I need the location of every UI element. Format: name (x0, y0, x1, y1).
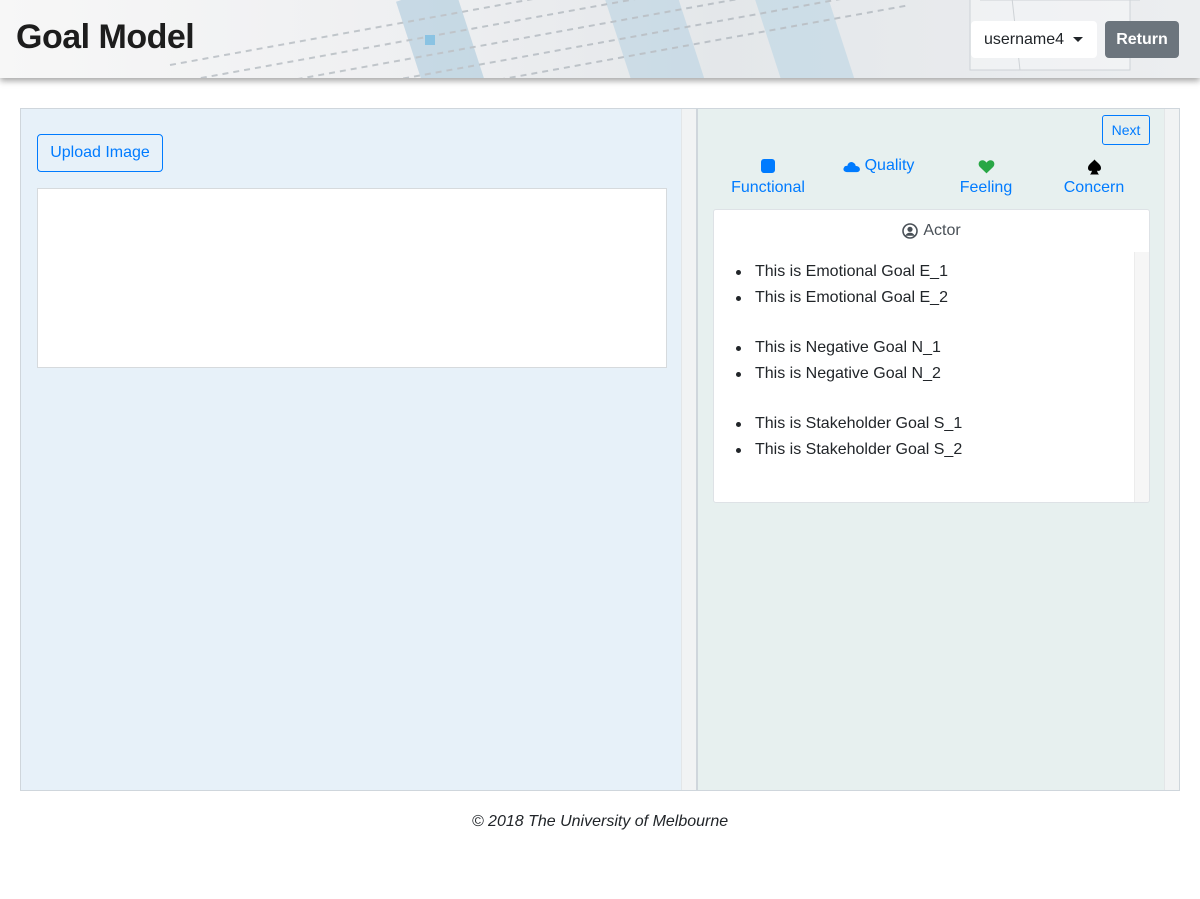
page-title: Goal Model (16, 18, 195, 56)
upload-image-button[interactable]: Upload Image (37, 134, 163, 172)
stakeholder-goal-item[interactable]: This is Stakeholder Goal S_2 (736, 440, 1149, 466)
palette-concern[interactable]: Concern (1054, 157, 1134, 197)
user-circle-icon (902, 223, 919, 239)
model-panel: Next Functional Quality Feeling Concern (697, 108, 1180, 791)
palette-functional-label: Functional (731, 179, 805, 196)
user-dropdown-label: username4 (984, 30, 1065, 48)
user-dropdown[interactable]: username4 (971, 21, 1097, 58)
spade-icon (1087, 159, 1101, 175)
emotional-goal-list: This is Emotional Goal E_1 This is Emoti… (736, 262, 1149, 314)
actor-label: Actor (923, 222, 961, 239)
right-panel-scrollbar[interactable] (1164, 109, 1179, 790)
next-button[interactable]: Next (1102, 115, 1150, 145)
palette-functional[interactable]: Functional (728, 157, 808, 197)
actor-card: Actor This is Emotional Goal E_1 This is… (713, 209, 1150, 503)
square-icon (761, 159, 775, 173)
palette-feeling-label: Feeling (959, 179, 1013, 196)
return-button[interactable]: Return (1105, 21, 1179, 58)
image-preview-area (37, 188, 667, 368)
actor-card-scrollbar[interactable] (1134, 252, 1149, 502)
emotional-goal-item[interactable]: This is Emotional Goal E_1 (736, 262, 1149, 288)
palette-quality-label: Quality (864, 157, 915, 174)
caret-down-icon (1073, 37, 1084, 42)
palette-concern-label: Concern (1063, 179, 1125, 196)
footer-copyright: © 2018 The University of Melbourne (471, 813, 729, 830)
palette-feeling[interactable]: Feeling (946, 157, 1026, 197)
stakeholder-goal-list: This is Stakeholder Goal S_1 This is Sta… (736, 414, 1149, 466)
image-panel: Upload Image (20, 108, 697, 791)
stakeholder-goal-item[interactable]: This is Stakeholder Goal S_1 (736, 414, 1149, 440)
left-panel-scrollbar[interactable] (681, 109, 696, 790)
negative-goal-item[interactable]: This is Negative Goal N_2 (736, 364, 1149, 390)
header-bar: Goal Model username4 Return (0, 0, 1200, 78)
emotional-goal-item[interactable]: This is Emotional Goal E_2 (736, 288, 1149, 314)
heart-icon (978, 160, 994, 174)
actor-header[interactable]: Actor (714, 210, 1149, 252)
palette-quality[interactable]: Quality (838, 157, 918, 175)
negative-goal-item[interactable]: This is Negative Goal N_1 (736, 338, 1149, 364)
cloud-icon (843, 161, 860, 172)
negative-goal-list: This is Negative Goal N_1 This is Negati… (736, 338, 1149, 390)
